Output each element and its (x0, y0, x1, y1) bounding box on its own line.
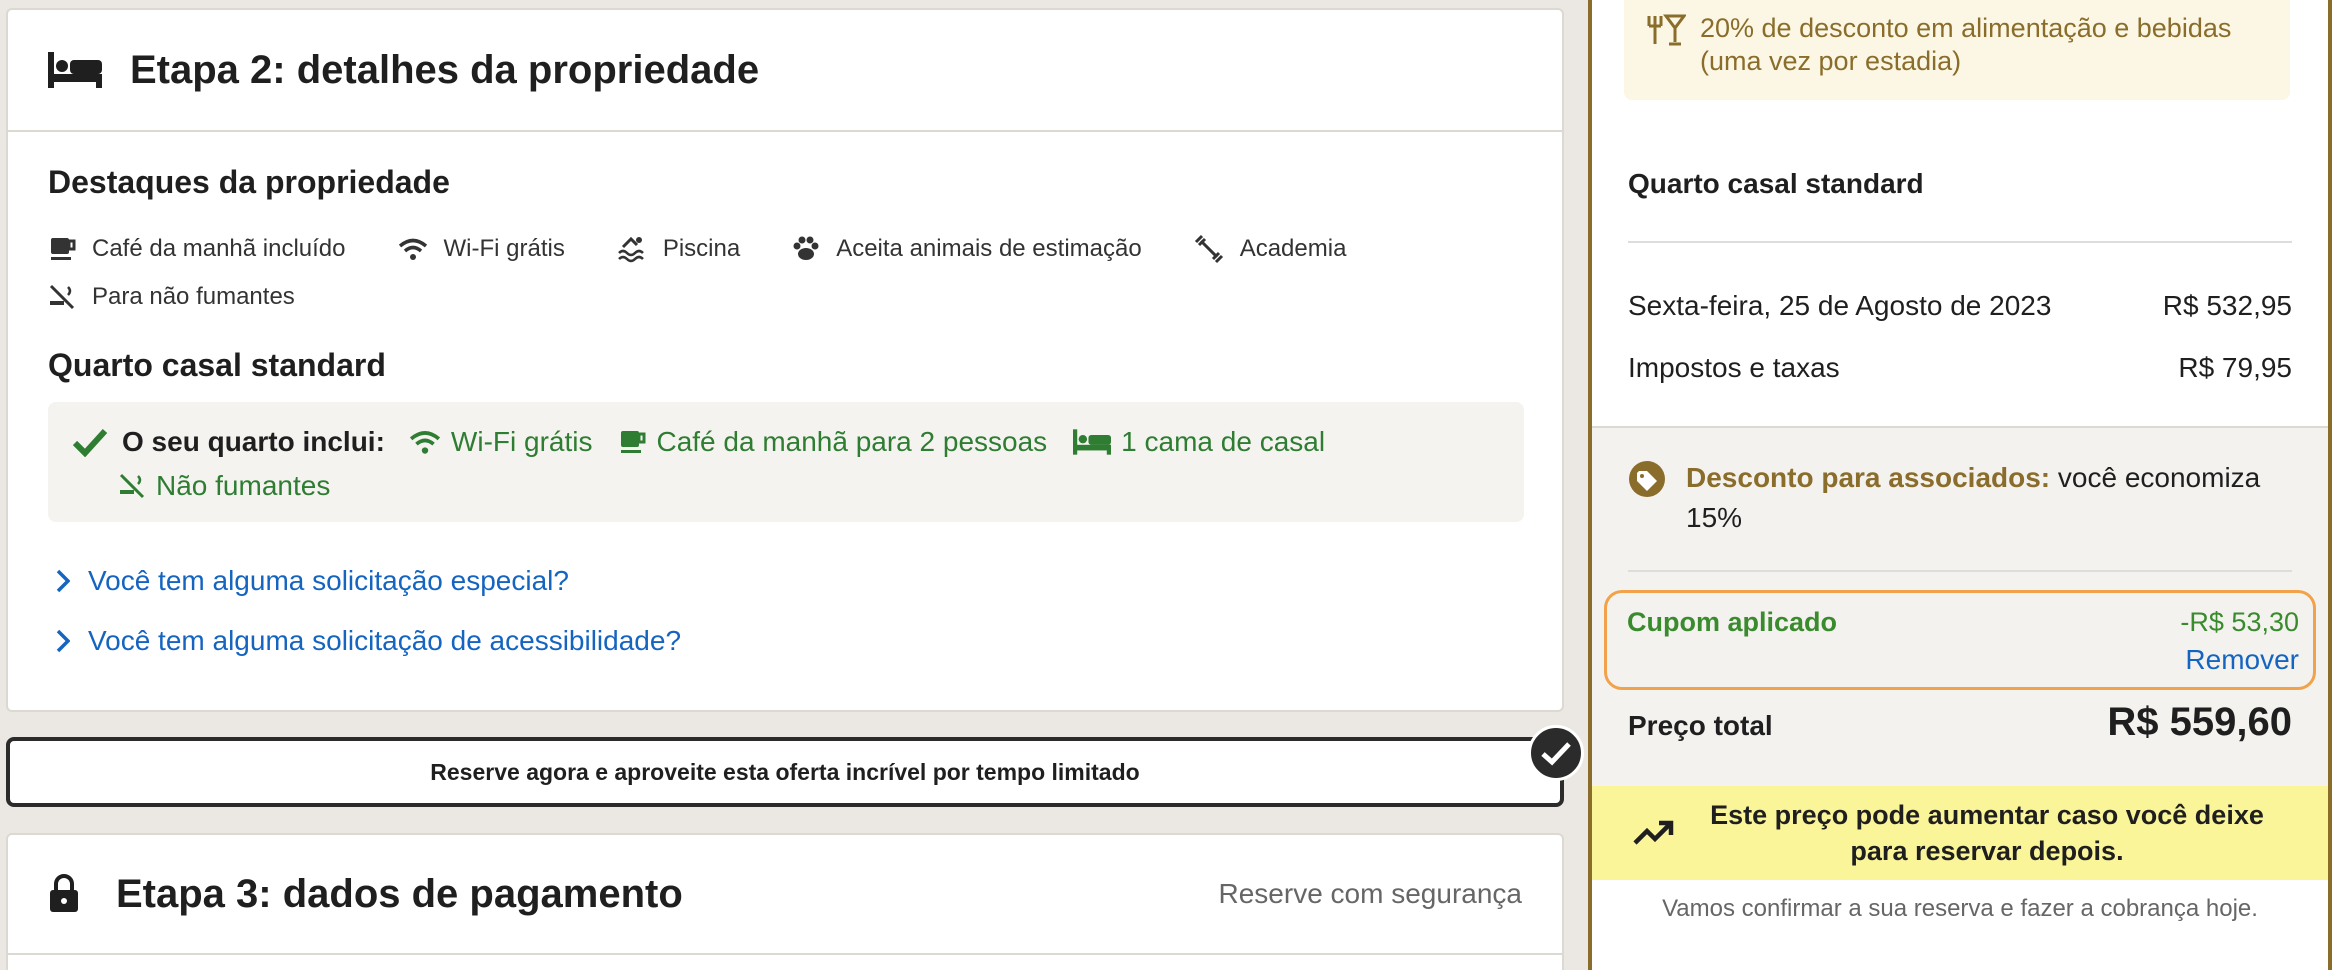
coffee-icon (51, 238, 76, 260)
coupon-applied-box: Cupom aplicado -R$ 53,30 Remover (1604, 590, 2316, 690)
chevron-right-icon (56, 629, 70, 653)
highlight-breakfast: Café da manhã incluído (48, 225, 346, 273)
highlight-wifi: Wi-Fi grátis (398, 225, 565, 273)
bed-icon (48, 50, 102, 90)
divider (1628, 241, 2292, 243)
limited-offer-banner[interactable]: Reserve agora e aproveite esta oferta in… (6, 737, 1564, 807)
include-wifi: Wi-Fi grátis (409, 426, 593, 458)
include-bed: 1 cama de casal (1073, 426, 1325, 458)
payment-details-card: Etapa 3: dados de pagamento Reserve com … (6, 833, 1564, 970)
taxes-price: R$ 79,95 (2178, 352, 2292, 383)
restaurant-icon (1647, 14, 1686, 46)
room-title: Quarto casal standard (48, 347, 386, 383)
no-smoking-icon (119, 473, 145, 499)
limited-offer-label: Reserve agora e aproveite esta oferta in… (430, 758, 1140, 785)
include-nonsmoking: Não fumantes (118, 470, 330, 502)
taxes-label: Impostos e taxas (1628, 352, 1840, 383)
price-increase-warning: Este preço pode aumentar caso você deixe… (1592, 786, 2328, 880)
pool-icon (617, 236, 644, 263)
highlight-label: Aceita animais de estimação (836, 235, 1142, 262)
highlight-gym: Academia (1194, 225, 1347, 273)
special-request-label: Você tem alguma solicitação especial? (88, 565, 569, 596)
bed-icon (1073, 429, 1112, 455)
accessibility-request-link[interactable]: Você tem alguma solicitação de acessibil… (48, 622, 1522, 660)
gym-icon (1194, 234, 1223, 264)
night-price-row: Sexta-feira, 25 de Agosto de 2023 R$ 532… (1628, 290, 2292, 322)
offer-text: 20% de desconto em alimentação e bebidas… (1700, 13, 2232, 76)
no-smoking-icon (49, 284, 75, 310)
highlights-title: Destaques da propriedade (48, 164, 450, 200)
taxes-row: Impostos e taxas R$ 79,95 (1628, 352, 2292, 384)
charge-confirmation-text: Vamos confirmar a sua reserva e fazer a … (1662, 895, 2258, 922)
coffee-icon (621, 431, 646, 453)
highlight-label: Piscina (662, 235, 741, 262)
member-discount-label: Desconto para associados: (1686, 462, 2051, 493)
highlight-nonsmoking: Para não fumantes (48, 273, 295, 321)
step3-header: Etapa 3: dados de pagamento Reserve com … (8, 835, 1562, 955)
chevron-right-icon (56, 569, 70, 593)
night-price: R$ 532,95 (2162, 290, 2292, 321)
price-summary-panel: 20% de desconto em alimentação e bebidas… (1588, 0, 2332, 970)
special-request-link[interactable]: Você tem alguma solicitação especial? (48, 562, 1522, 600)
include-label: Não fumantes (156, 470, 331, 501)
include-label: Café da manhã para 2 pessoas (656, 426, 1048, 457)
total-value: R$ 559,60 (2107, 700, 2292, 744)
highlight-label: Wi-Fi grátis (443, 235, 565, 262)
step2-title: Etapa 2: detalhes da propriedade (130, 47, 760, 92)
remove-coupon-link[interactable]: Remover (1627, 644, 2299, 676)
wifi-icon (398, 238, 427, 260)
coupon-value: -R$ 53,30 (2180, 607, 2299, 637)
highlight-label: Para não fumantes (92, 283, 295, 310)
step2-header: Etapa 2: detalhes da propriedade (8, 10, 1562, 132)
room-includes-box: O seu quarto inclui: Wi-Fi grátis Café d… (48, 402, 1524, 522)
include-label: 1 cama de casal (1121, 426, 1326, 457)
food-discount-offer: 20% de desconto em alimentação e bebidas… (1624, 0, 2290, 100)
total-price-row: Preço total R$ 559,60 (1628, 700, 2292, 745)
trending-up-icon (1633, 820, 1674, 845)
total-label: Preço total (1628, 710, 1773, 741)
check-circle-icon (1528, 725, 1584, 781)
includes-label: O seu quarto inclui: (122, 426, 385, 457)
highlights-list: Café da manhã incluído Wi-Fi grátis Pisc… (48, 225, 1522, 321)
member-discount: Desconto para associados: você economiza… (1628, 458, 2292, 538)
checkout-main: Etapa 2: detalhes da propriedade Destaqu… (0, 0, 1584, 970)
highlight-pets: Aceita animais de estimação (792, 225, 1142, 273)
include-label: Wi-Fi grátis (450, 426, 593, 457)
coupon-label: Cupom aplicado (1627, 607, 1838, 637)
night-date: Sexta-feira, 25 de Agosto de 2023 (1628, 290, 2052, 321)
highlight-pool: Piscina (617, 225, 740, 273)
tag-icon (1629, 461, 1665, 497)
paw-icon (793, 236, 819, 260)
highlight-label: Academia (1239, 235, 1347, 262)
divider (1628, 570, 2292, 572)
include-breakfast: Café da manhã para 2 pessoas (618, 426, 1047, 458)
highlight-label: Café da manhã incluído (92, 235, 346, 262)
warning-text: Este preço pode aumentar caso você deixe… (1710, 800, 2264, 866)
wifi-icon (409, 431, 440, 454)
check-icon (72, 428, 108, 457)
accessibility-request-label: Você tem alguma solicitação de acessibil… (88, 625, 682, 656)
property-details-card: Etapa 2: detalhes da propriedade Destaqu… (6, 8, 1564, 712)
summary-room-title: Quarto casal standard (1628, 168, 1924, 199)
step3-title: Etapa 3: dados de pagamento (116, 871, 683, 916)
secure-booking-text: Reserve com segurança (1218, 878, 1522, 909)
lock-icon (48, 874, 82, 914)
